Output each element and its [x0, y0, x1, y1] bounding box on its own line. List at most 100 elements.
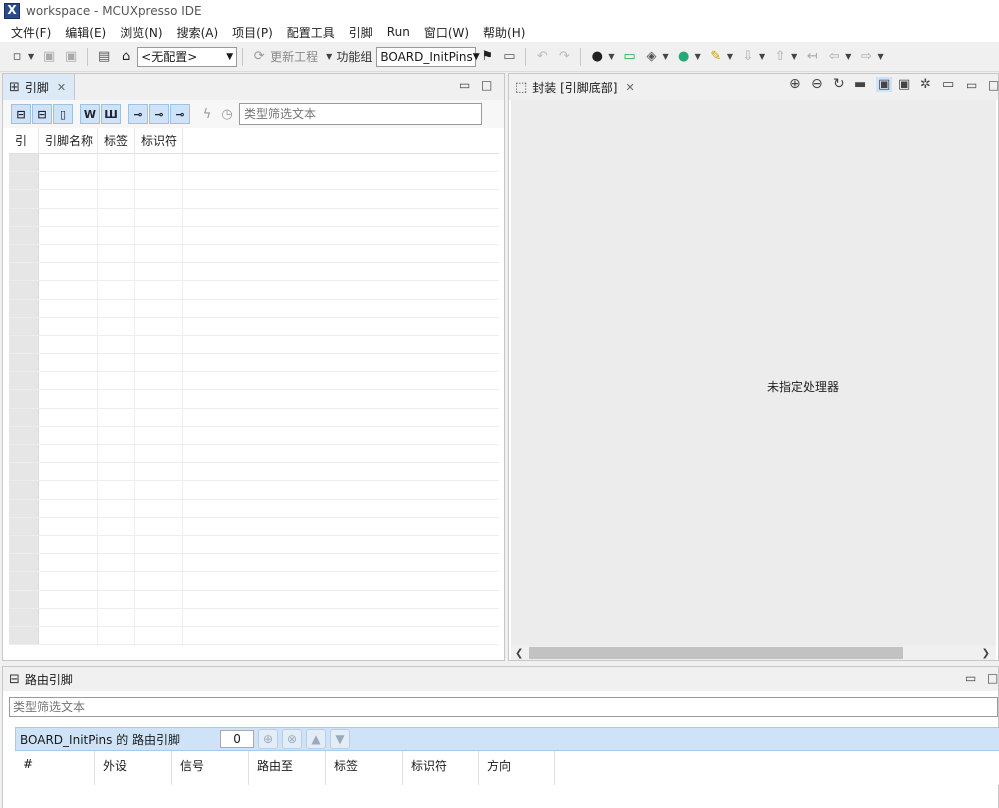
pins-filter-input[interactable] [239, 103, 482, 125]
update-project-button[interactable]: 更新工程 [270, 48, 318, 65]
debug-icon[interactable]: ● [675, 48, 693, 66]
binary-icon[interactable]: ▤ [95, 48, 113, 66]
config-select[interactable]: <无配置> ▼ [137, 46, 238, 67]
monitor-icon[interactable]: ▭ [621, 48, 639, 66]
output-pin-icon[interactable]: ⊸ [149, 104, 169, 124]
show-peripherals-icon[interactable]: W [80, 104, 100, 124]
tag-dropdown-icon[interactable]: ▼ [663, 52, 669, 61]
close-icon[interactable]: ✕ [57, 81, 66, 94]
tab-routed-pins[interactable]: ⊟ 路由引脚 [3, 667, 81, 691]
redo-icon[interactable]: ↷ [555, 48, 573, 66]
forward-dropdown-icon[interactable]: ▼ [877, 52, 883, 61]
package-top-icon[interactable]: ▣ [898, 77, 910, 92]
folder-icon[interactable]: ▬ [854, 77, 866, 92]
scroll-left-icon[interactable]: ❮ [515, 648, 523, 659]
menu-project[interactable]: 项目(P) [225, 24, 280, 41]
filter-unrouted-icon[interactable]: ▯ [53, 104, 73, 124]
forward-icon[interactable]: ⇨ [857, 48, 875, 66]
back-icon[interactable]: ⇦ [825, 48, 843, 66]
col-pin-name[interactable]: 引脚名称 [39, 127, 98, 154]
minimize-icon[interactable]: ▭ [965, 671, 976, 685]
zoom-out-icon[interactable]: ⊖ [811, 76, 823, 92]
move-up-icon[interactable]: ▲ [306, 729, 327, 749]
remove-icon[interactable]: ⊗ [282, 729, 303, 749]
table-cell [39, 426, 98, 444]
move-down-icon[interactable]: ▼ [330, 729, 351, 749]
minimize-icon[interactable]: ▭ [459, 78, 470, 92]
new-dropdown-icon[interactable]: ▼ [28, 52, 34, 61]
tab-package[interactable]: ⬚ 封装 [引脚底部] ✕ [509, 74, 643, 100]
package-scrollbar[interactable]: ❮ ❯ [511, 646, 996, 660]
close-icon[interactable]: ✕ [625, 81, 634, 94]
last-edit-icon[interactable]: ↤ [803, 48, 821, 66]
menu-file[interactable]: 文件(F) [4, 24, 58, 41]
col-label[interactable]: 标签 [326, 751, 403, 785]
maximize-icon[interactable]: □ [481, 78, 492, 92]
tab-pins[interactable]: ⊞ 引脚 ✕ [3, 74, 76, 100]
pen-dropdown-icon[interactable]: ▼ [727, 52, 733, 61]
update-project-icon[interactable]: ⟳ [250, 48, 268, 66]
menu-search[interactable]: 搜索(A) [170, 24, 226, 41]
table-cell [135, 190, 183, 208]
package-view-icon[interactable]: ▣ [876, 77, 893, 92]
input-pin-icon[interactable]: ⊸ [128, 104, 148, 124]
col-route-to[interactable]: 路由至 [249, 751, 326, 785]
prev-annotation-icon[interactable]: ⇧ [771, 48, 789, 66]
home-icon[interactable]: ⌂ [117, 48, 135, 66]
filter-routed-icon[interactable]: ⊟ [32, 104, 52, 124]
scrollbar-thumb[interactable] [529, 647, 903, 659]
next-annotation-icon[interactable]: ⇩ [739, 48, 757, 66]
flag-icon[interactable]: ⚑ [478, 48, 496, 66]
col-pin-number[interactable]: 引 [9, 127, 39, 154]
debug-dropdown-icon[interactable]: ▼ [695, 52, 701, 61]
table-row [9, 426, 499, 445]
menu-run[interactable]: Run [380, 25, 417, 39]
col-index[interactable]: # [15, 751, 95, 785]
col-label[interactable]: 标签 [98, 127, 135, 154]
col-peripheral[interactable]: 外设 [95, 751, 172, 785]
save-all-icon[interactable]: ▣ [62, 48, 80, 66]
undo-icon[interactable]: ↶ [533, 48, 551, 66]
inout-pin-icon[interactable]: ⊸ [170, 104, 190, 124]
package-panel: ⬚ 封装 [引脚底部] ✕ ⊕ ⊖ ↻ ▬ ▣ ▣ ✲ ▭ ▭ □ 未指定处理器… [508, 73, 999, 661]
pen-icon[interactable]: ✎ [707, 48, 725, 66]
table-cell [9, 517, 39, 535]
clock-icon[interactable]: ◷ [217, 104, 237, 124]
menu-navigate[interactable]: 浏览(N) [113, 24, 169, 41]
col-identifier[interactable]: 标识符 [403, 751, 479, 785]
col-identifier[interactable]: 标识符 [135, 127, 183, 154]
menu-pins[interactable]: 引脚 [342, 24, 380, 41]
prev-dropdown-icon[interactable]: ▼ [791, 52, 797, 61]
tag-icon[interactable]: ◈ [643, 48, 661, 66]
menu-help[interactable]: 帮助(H) [476, 24, 532, 41]
routed-filter-input[interactable] [9, 697, 998, 717]
function-group-select[interactable]: BOARD_InitPins ▼ [376, 46, 480, 67]
zoom-in-icon[interactable]: ⊕ [789, 76, 801, 92]
comment-icon[interactable]: ▭ [500, 48, 518, 66]
save-icon[interactable]: ▣ [40, 48, 58, 66]
rotate-icon[interactable]: ↻ [833, 76, 845, 92]
minimize-icon[interactable]: ▭ [966, 78, 977, 92]
legend-icon[interactable]: ▭ [942, 77, 954, 92]
filter-pins-icon[interactable]: ⊟ [11, 104, 31, 124]
new-icon[interactable]: ▫ [8, 48, 26, 66]
col-signal[interactable]: 信号 [172, 751, 249, 785]
add-icon[interactable]: ⊕ [258, 729, 279, 749]
next-dropdown-icon[interactable]: ▼ [759, 52, 765, 61]
table-cell [39, 372, 98, 390]
menu-window[interactable]: 窗口(W) [417, 24, 476, 41]
maximize-icon[interactable]: □ [988, 78, 999, 92]
maximize-icon[interactable]: □ [987, 671, 998, 685]
menu-edit[interactable]: 编辑(E) [58, 24, 113, 41]
lightning-icon[interactable]: ϟ [197, 104, 217, 124]
menu-config-tools[interactable]: 配置工具 [280, 24, 342, 41]
chip-bottom-icon[interactable]: ✲ [920, 77, 931, 92]
window-title: workspace - MCUXpresso IDE [26, 4, 202, 18]
show-signals-icon[interactable]: Ш [101, 104, 121, 124]
user-icon[interactable]: ● [588, 48, 606, 66]
user-dropdown-icon[interactable]: ▼ [608, 52, 614, 61]
back-dropdown-icon[interactable]: ▼ [845, 52, 851, 61]
update-dropdown-icon[interactable]: ▼ [326, 52, 332, 61]
scroll-right-icon[interactable]: ❯ [982, 648, 990, 659]
col-direction[interactable]: 方向 [479, 751, 555, 785]
